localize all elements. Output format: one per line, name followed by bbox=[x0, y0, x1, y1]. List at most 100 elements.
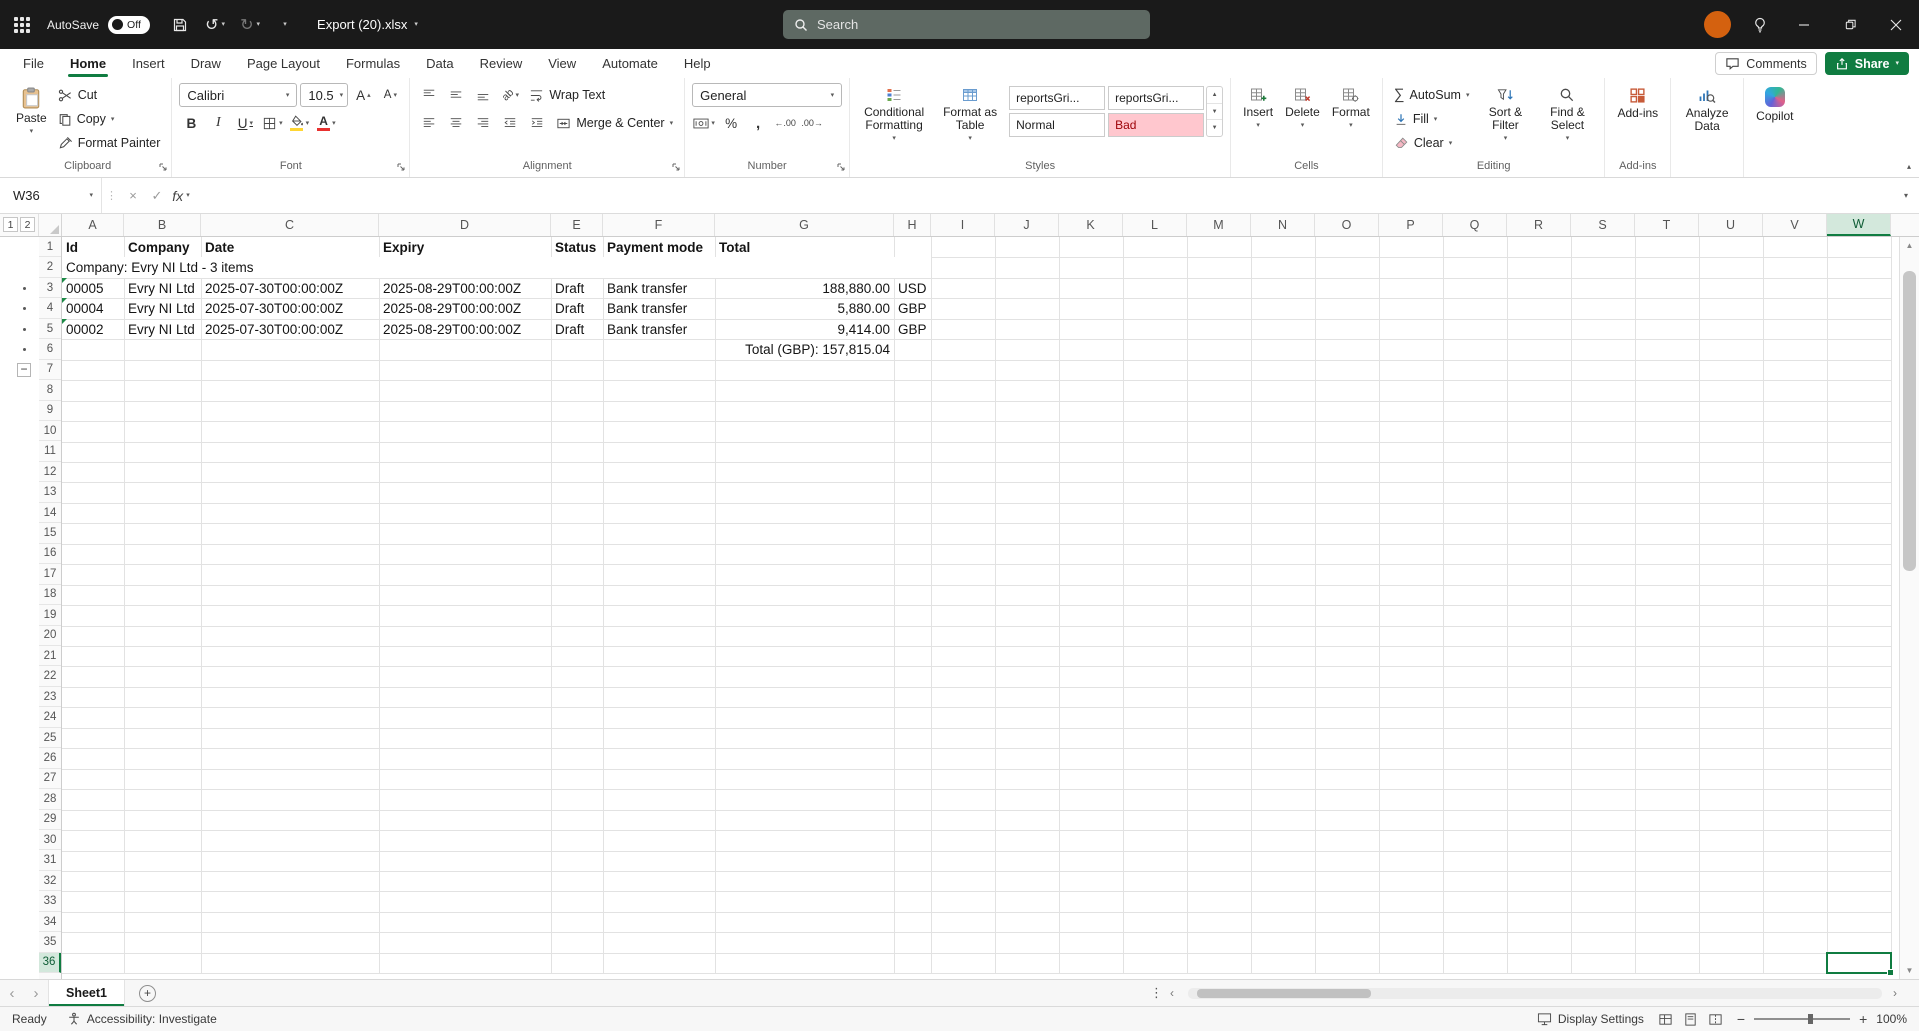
scroll-up-icon[interactable]: ▲ bbox=[1900, 241, 1919, 250]
cell-G3[interactable]: 188,880.00 bbox=[715, 278, 894, 298]
page-layout-view-button[interactable] bbox=[1683, 1012, 1698, 1027]
share-button[interactable]: Share ▾ bbox=[1824, 52, 1909, 75]
orientation-button[interactable]: ab ▾ bbox=[498, 83, 522, 107]
font-name-combo[interactable]: Calibri ▾ bbox=[179, 83, 298, 107]
tab-insert[interactable]: Insert bbox=[119, 49, 178, 78]
new-sheet-button[interactable]: + bbox=[139, 984, 156, 1002]
cell-E1[interactable]: Status bbox=[551, 237, 603, 257]
scroll-left-icon[interactable]: ‹ bbox=[1170, 986, 1174, 1000]
comma-style-button[interactable]: , bbox=[746, 111, 770, 135]
cell-D5[interactable]: 2025-08-29T00:00:00Z bbox=[379, 319, 551, 339]
cell-D3[interactable]: 2025-08-29T00:00:00Z bbox=[379, 278, 551, 298]
cell-A2[interactable]: Company: Evry NI Ltd - 3 items bbox=[62, 257, 931, 278]
cell-F5[interactable]: Bank transfer bbox=[603, 319, 715, 339]
cell-B1[interactable]: Company bbox=[124, 237, 201, 257]
undo-button[interactable]: ↺ ▾ bbox=[202, 10, 228, 40]
close-button[interactable] bbox=[1873, 0, 1919, 49]
row-header-31[interactable]: 31 bbox=[39, 851, 61, 871]
find-select-button[interactable]: Find & Select ▾ bbox=[1537, 83, 1597, 142]
page-break-view-button[interactable] bbox=[1708, 1012, 1723, 1027]
cancel-button[interactable]: × bbox=[121, 184, 145, 208]
autosum-button[interactable]: ∑ AutoSum ▾ bbox=[1390, 83, 1474, 107]
align-bottom-button[interactable] bbox=[471, 83, 495, 107]
tab-formulas[interactable]: Formulas bbox=[333, 49, 413, 78]
delete-cells-button[interactable]: Delete ▾ bbox=[1280, 83, 1325, 129]
accessibility-status[interactable]: Accessibility: Investigate bbox=[67, 1012, 217, 1026]
format-as-table-button[interactable]: Format as Table ▾ bbox=[933, 83, 1007, 142]
row-header-35[interactable]: 35 bbox=[39, 932, 61, 953]
cell-E3[interactable]: Draft bbox=[551, 278, 603, 298]
row-header-7[interactable]: 7 bbox=[39, 360, 61, 381]
accounting-format-button[interactable]: ▾ bbox=[692, 111, 716, 135]
row-header-3[interactable]: 3 bbox=[39, 278, 61, 299]
scroll-down-icon[interactable]: ▼ bbox=[1900, 966, 1919, 975]
customize-quick-access-button[interactable]: ▾ bbox=[272, 10, 298, 40]
row-header-14[interactable]: 14 bbox=[39, 503, 61, 524]
sheet-tab-sheet1[interactable]: Sheet1 bbox=[48, 980, 125, 1006]
column-header-W[interactable]: W bbox=[1827, 214, 1891, 236]
column-header-H[interactable]: H bbox=[894, 214, 931, 236]
cell-A3[interactable]: 00005 bbox=[62, 277, 124, 298]
row-header-34[interactable]: 34 bbox=[39, 912, 61, 933]
outline-collapse-button[interactable]: − bbox=[17, 362, 31, 377]
row-header-26[interactable]: 26 bbox=[39, 748, 61, 769]
column-header-R[interactable]: R bbox=[1507, 214, 1571, 236]
row-header-23[interactable]: 23 bbox=[39, 687, 61, 708]
cell-A1[interactable]: Id bbox=[62, 237, 124, 257]
cell-style-sample[interactable]: Bad bbox=[1108, 113, 1205, 137]
insert-function-button[interactable]: fx ▾ bbox=[169, 184, 193, 208]
ideas-button[interactable] bbox=[1747, 10, 1773, 40]
cell-E4[interactable]: Draft bbox=[551, 298, 603, 318]
zoom-level[interactable]: 100% bbox=[1876, 1012, 1907, 1026]
paste-button[interactable]: Paste ▾ bbox=[11, 83, 52, 135]
format-painter-button[interactable]: Format Painter bbox=[54, 131, 165, 155]
tab-help[interactable]: Help bbox=[671, 49, 724, 78]
column-header-P[interactable]: P bbox=[1379, 214, 1443, 236]
cell-G4[interactable]: 5,880.00 bbox=[715, 298, 894, 318]
row-header-22[interactable]: 22 bbox=[39, 666, 61, 687]
wrap-text-button[interactable]: Wrap Text bbox=[525, 83, 609, 107]
cell-H5[interactable]: GBP bbox=[894, 319, 931, 339]
column-header-I[interactable]: I bbox=[931, 214, 995, 236]
increase-indent-button[interactable] bbox=[525, 111, 549, 135]
previous-sheet-button[interactable]: ‹ bbox=[0, 985, 24, 1002]
row-header-29[interactable]: 29 bbox=[39, 810, 61, 831]
row-header-30[interactable]: 30 bbox=[39, 830, 61, 851]
clipboard-dialog-launcher[interactable] bbox=[158, 162, 168, 172]
redo-button[interactable]: ↻ ▾ bbox=[237, 10, 263, 40]
column-header-U[interactable]: U bbox=[1699, 214, 1763, 236]
select-all-button[interactable] bbox=[39, 214, 62, 236]
font-color-button[interactable]: A ▾ bbox=[314, 111, 338, 135]
formula-input[interactable] bbox=[193, 178, 1893, 213]
tab-view[interactable]: View bbox=[535, 49, 589, 78]
cut-button[interactable]: Cut bbox=[54, 83, 165, 107]
align-left-button[interactable] bbox=[417, 111, 441, 135]
normal-view-button[interactable] bbox=[1658, 1012, 1673, 1027]
cell-C3[interactable]: 2025-07-30T00:00:00Z bbox=[201, 278, 379, 298]
row-header-27[interactable]: 27 bbox=[39, 769, 61, 790]
tab-draw[interactable]: Draw bbox=[178, 49, 234, 78]
avatar[interactable] bbox=[1704, 11, 1731, 38]
cells-area[interactable]: Id Company Date Expiry Status Payment mode Tot… bbox=[62, 237, 1899, 979]
row-header-16[interactable]: 16 bbox=[39, 544, 61, 565]
gallery-down-button[interactable]: ▼ bbox=[1207, 104, 1223, 121]
decrease-indent-button[interactable] bbox=[498, 111, 522, 135]
tab-page-layout[interactable]: Page Layout bbox=[234, 49, 333, 78]
column-header-Q[interactable]: Q bbox=[1443, 214, 1507, 236]
increase-font-size-button[interactable]: A ▴ bbox=[351, 83, 375, 107]
cell-F4[interactable]: Bank transfer bbox=[603, 298, 715, 318]
tab-review[interactable]: Review bbox=[467, 49, 536, 78]
clear-button[interactable]: Clear ▾ bbox=[1390, 131, 1474, 155]
column-header-N[interactable]: N bbox=[1251, 214, 1315, 236]
row-header-21[interactable]: 21 bbox=[39, 646, 61, 667]
row-header-2[interactable]: 2 bbox=[39, 257, 61, 278]
sheet-options-icon[interactable]: ⋮ bbox=[1150, 985, 1163, 1001]
minimize-button[interactable] bbox=[1781, 0, 1827, 49]
zoom-in-button[interactable]: + bbox=[1859, 1012, 1867, 1026]
zoom-slider-thumb[interactable] bbox=[1807, 1014, 1813, 1024]
cell-E5[interactable]: Draft bbox=[551, 319, 603, 339]
cell-C1[interactable]: Date bbox=[201, 237, 379, 257]
row-header-5[interactable]: 5 bbox=[39, 319, 61, 340]
expand-formula-bar-button[interactable]: ▾ bbox=[1893, 191, 1919, 200]
collapse-ribbon-button[interactable]: ▴ bbox=[1907, 162, 1911, 171]
